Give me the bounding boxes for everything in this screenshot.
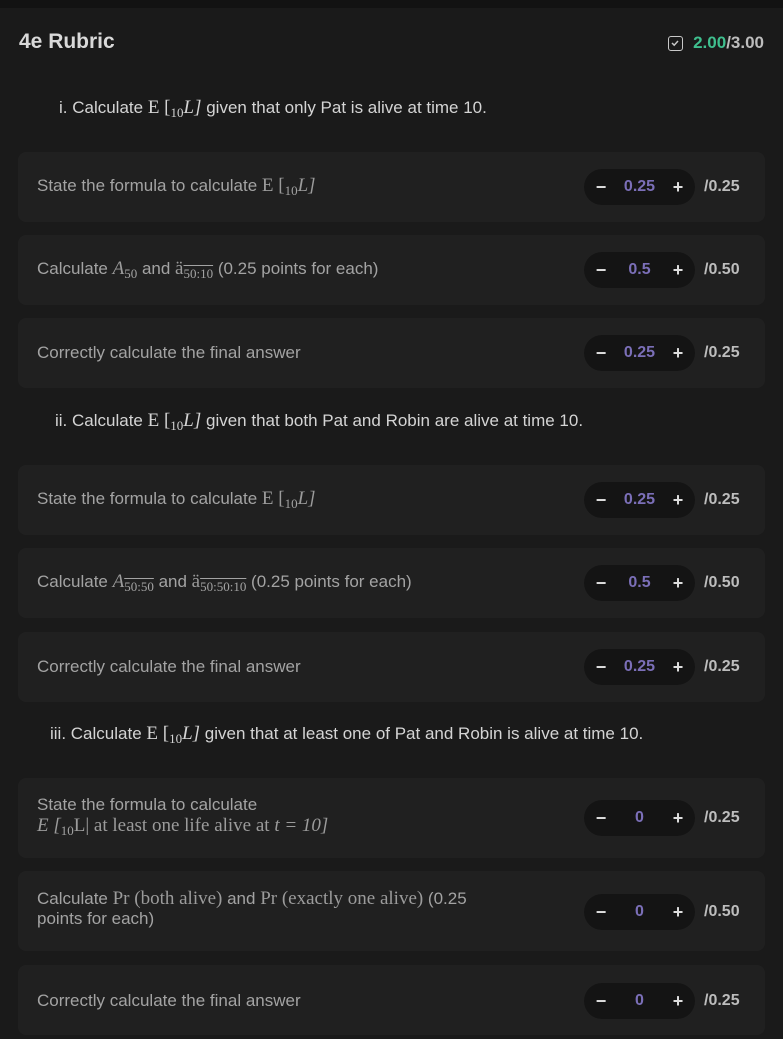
max-points: /0.25 — [704, 658, 740, 675]
score-earned: 2.00 — [693, 33, 727, 52]
rubric-score: 2.00 /3.00 — [668, 33, 764, 53]
points-stepper[interactable]: − 0 + — [584, 800, 695, 836]
decrement-button[interactable]: − — [586, 649, 616, 685]
rubric-item-label: State the formula to calculate E [10L| a… — [37, 795, 329, 838]
rubric-item-label: Calculate A50:50 and ä50:50:10 (0.25 poi… — [37, 571, 412, 595]
rubric-item: State the formula to calculate E [10L] −… — [18, 465, 765, 535]
points-value[interactable]: 0.25 — [614, 335, 665, 371]
rubric-item-label: Calculate Pr (both alive) and Pr (exactl… — [37, 888, 467, 929]
points-value[interactable]: 0.5 — [614, 252, 665, 288]
rubric-item: State the formula to calculate E [10L] −… — [18, 152, 765, 222]
increment-button[interactable]: + — [663, 983, 693, 1019]
max-points: /0.50 — [704, 261, 740, 278]
points-value[interactable]: 0.25 — [614, 649, 665, 685]
section-heading: i. Calculate E [10L] given that only Pat… — [59, 97, 487, 120]
increment-button[interactable]: + — [663, 800, 693, 836]
points-value[interactable]: 0.5 — [614, 565, 665, 601]
increment-button[interactable]: + — [663, 169, 693, 205]
rubric-item-label: State the formula to calculate E [10L] — [37, 488, 316, 512]
points-stepper[interactable]: − 0.5 + — [584, 565, 695, 601]
rubric-item: Calculate A50 and ä50:10 (0.25 points fo… — [18, 235, 765, 305]
points-stepper[interactable]: − 0 + — [584, 983, 695, 1019]
max-points: /0.25 — [704, 992, 740, 1009]
increment-button[interactable]: + — [663, 894, 693, 930]
max-points: /0.25 — [704, 809, 740, 826]
decrement-button[interactable]: − — [586, 482, 616, 518]
decrement-button[interactable]: − — [586, 252, 616, 288]
rubric-header: 4e Rubric 2.00 /3.00 — [0, 8, 783, 78]
points-stepper[interactable]: − 0.5 + — [584, 252, 695, 288]
section-heading: iii. Calculate E [10L] given that at lea… — [50, 723, 644, 746]
points-stepper[interactable]: − 0 + — [584, 894, 695, 930]
checkbox-icon — [668, 35, 684, 51]
max-points: /0.25 — [704, 178, 740, 195]
points-value[interactable]: 0 — [614, 800, 665, 836]
points-stepper[interactable]: − 0.25 + — [584, 335, 695, 371]
points-value[interactable]: 0.25 — [614, 169, 665, 205]
decrement-button[interactable]: − — [586, 335, 616, 371]
points-value[interactable]: 0.25 — [614, 482, 665, 518]
decrement-button[interactable]: − — [586, 894, 616, 930]
points-value[interactable]: 0 — [614, 894, 665, 930]
points-stepper[interactable]: − 0.25 + — [584, 649, 695, 685]
rubric-item-label: Correctly calculate the final answer — [37, 657, 301, 676]
points-stepper[interactable]: − 0.25 + — [584, 169, 695, 205]
decrement-button[interactable]: − — [586, 565, 616, 601]
rubric-item-label: Correctly calculate the final answer — [37, 343, 301, 362]
increment-button[interactable]: + — [663, 335, 693, 371]
points-value[interactable]: 0 — [614, 983, 665, 1019]
rubric-item: Calculate Pr (both alive) and Pr (exactl… — [18, 871, 765, 951]
top-strip — [0, 0, 783, 8]
increment-button[interactable]: + — [663, 482, 693, 518]
rubric-item: Correctly calculate the final answer − 0… — [18, 318, 765, 388]
score-total: /3.00 — [726, 33, 764, 52]
max-points: /0.50 — [704, 903, 740, 920]
decrement-button[interactable]: − — [586, 800, 616, 836]
max-points: /0.25 — [704, 491, 740, 508]
points-stepper[interactable]: − 0.25 + — [584, 482, 695, 518]
rubric-item-label: Correctly calculate the final answer — [37, 991, 301, 1010]
rubric-item: Correctly calculate the final answer − 0… — [18, 632, 765, 702]
section-heading: ii. Calculate E [10L] given that both Pa… — [55, 410, 584, 433]
increment-button[interactable]: + — [663, 252, 693, 288]
decrement-button[interactable]: − — [586, 983, 616, 1019]
increment-button[interactable]: + — [663, 565, 693, 601]
rubric-item-label: State the formula to calculate E [10L] — [37, 175, 316, 199]
rubric-title: 4e Rubric — [19, 30, 115, 53]
rubric-item: Correctly calculate the final answer − 0… — [18, 965, 765, 1035]
max-points: /0.25 — [704, 344, 740, 361]
decrement-button[interactable]: − — [586, 169, 616, 205]
increment-button[interactable]: + — [663, 649, 693, 685]
rubric-item: State the formula to calculate E [10L| a… — [18, 778, 765, 858]
rubric-item: Calculate A50:50 and ä50:50:10 (0.25 poi… — [18, 548, 765, 618]
max-points: /0.50 — [704, 574, 740, 591]
rubric-item-label: Calculate A50 and ä50:10 (0.25 points fo… — [37, 258, 379, 282]
